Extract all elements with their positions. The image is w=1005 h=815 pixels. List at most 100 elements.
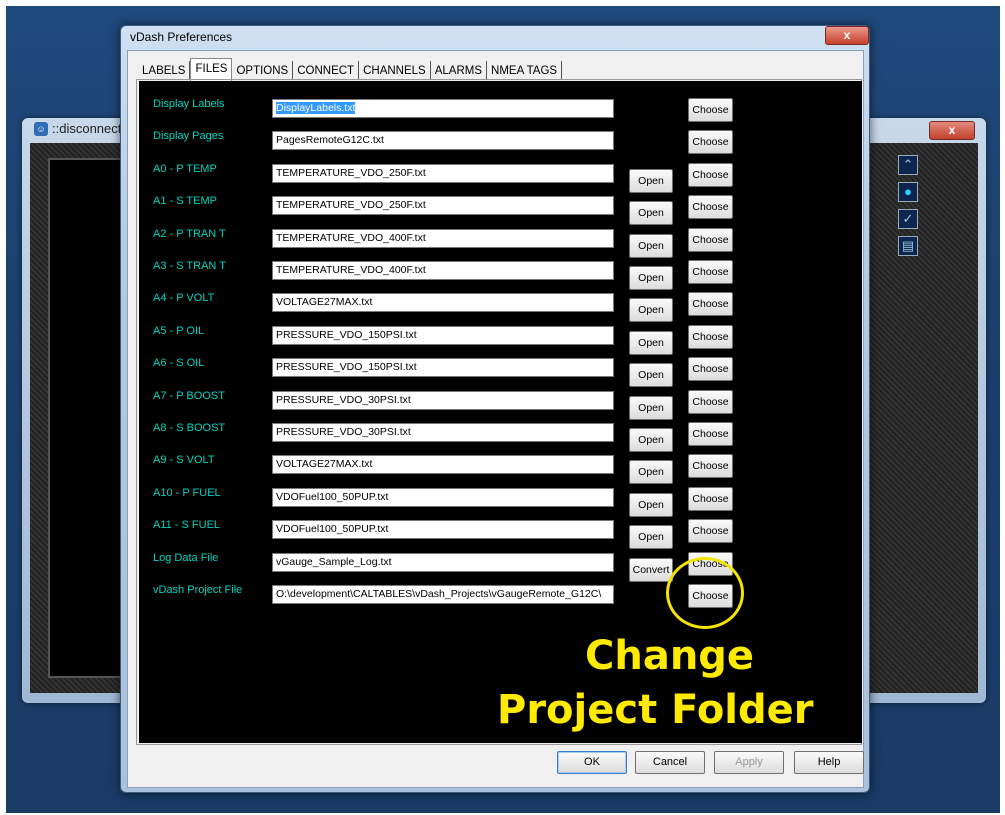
app-icon: ☺: [34, 121, 48, 136]
file-row-label: A11 - S FUEL: [153, 519, 221, 532]
highlight-circle: [666, 557, 744, 629]
choose-button[interactable]: Choose: [688, 357, 733, 382]
open-button[interactable]: Open: [629, 492, 673, 517]
apply-button[interactable]: Apply: [714, 751, 784, 774]
choose-button[interactable]: Choose: [688, 486, 733, 511]
file-row: A6 - S OIL PRESSURE_VDO_150PSI.txt Open Cho…: [139, 354, 862, 388]
choose-button[interactable]: Choose: [688, 227, 733, 252]
choose-button[interactable]: Choose: [688, 130, 733, 155]
open-button[interactable]: Open: [629, 330, 673, 355]
help-button[interactable]: Help: [794, 751, 864, 774]
ok-button[interactable]: OK: [557, 751, 627, 774]
file-path-field[interactable]: DisplayLabels.txt: [272, 99, 614, 118]
choose-button[interactable]: Choose: [688, 98, 733, 122]
file-row: A0 - P TEMP TEMPERATURE_VDO_250F.txt Open C…: [139, 160, 862, 193]
chart-icon[interactable]: ⌃: [898, 155, 918, 175]
file-row: A3 - S TRAN T TEMPERATURE_VDO_400F.txt Ope…: [139, 257, 862, 290]
file-row: A8 - S BOOST PRESSURE_VDO_30PSI.txt Open Ch…: [139, 419, 862, 452]
file-path-field[interactable]: VDOFuel100_50PUP.txt: [272, 520, 614, 540]
side-toolbar: ⌃ ● ✓ ▤: [898, 155, 918, 256]
background-close-button[interactable]: x: [929, 121, 975, 140]
choose-button[interactable]: Choose: [688, 292, 733, 317]
file-row-label: A7 - P BOOST: [153, 389, 225, 402]
file-row-label: A10 - P FUEL: [153, 486, 221, 499]
open-button[interactable]: Convert: [629, 557, 673, 582]
background-display-panel: [48, 158, 130, 678]
annotation-line-1: Change: [585, 633, 755, 679]
file-row-label: A5 - P OIL: [153, 324, 205, 337]
cancel-button[interactable]: Cancel: [635, 751, 705, 774]
choose-button[interactable]: Choose: [688, 195, 733, 220]
open-button[interactable]: Open: [629, 428, 673, 452]
file-row-label: A0 - P TEMP: [153, 162, 217, 175]
open-button[interactable]: Open: [629, 201, 673, 226]
file-path-field[interactable]: TEMPERATURE_VDO_400F.txt: [272, 261, 614, 280]
open-button[interactable]: Open: [629, 460, 673, 485]
open-button[interactable]: Open: [629, 233, 673, 258]
choose-button[interactable]: Choose: [688, 162, 733, 187]
file-row-label: A6 - S OIL: [153, 357, 205, 370]
choose-button[interactable]: Choose: [688, 454, 733, 479]
file-row-label: Log Data File: [153, 551, 219, 564]
file-row: Log Data File vGauge_Sample_Log.txt Conver…: [139, 549, 862, 582]
choose-button[interactable]: Choose: [688, 519, 733, 544]
file-row-label: A9 - S VOLT: [153, 454, 215, 467]
file-row: A9 - S VOLT VOLTAGE27MAX.txt Open Choose: [139, 451, 862, 485]
file-row: A5 - P OIL PRESSURE_VDO_150PSI.txt Open Cho…: [139, 322, 862, 355]
file-row: A10 - P FUEL VDOFuel100_50PUP.txt Open Choo…: [139, 484, 862, 517]
circle-icon[interactable]: ●: [898, 182, 918, 202]
file-path-field[interactable]: PagesRemoteG12C.txt: [272, 131, 614, 151]
file-row-label: A8 - S BOOST: [153, 422, 226, 434]
file-row: A11 - S FUEL VDOFuel100_50PUP.txt Open Choo…: [139, 516, 862, 550]
file-row-label: Display Labels: [153, 98, 225, 110]
tab-strip: LABELS FILES OPTIONS CONNECT CHANNELS AL…: [138, 58, 563, 82]
tab-connect[interactable]: CONNECT: [293, 61, 360, 80]
file-path-field[interactable]: TEMPERATURE_VDO_250F.txt: [272, 163, 614, 183]
file-path-field[interactable]: TEMPERATURE_VDO_250F.txt: [272, 196, 614, 216]
open-button[interactable]: Open: [629, 168, 673, 193]
file-path-field[interactable]: VDOFuel100_50PUP.txt: [272, 487, 614, 507]
file-path-field[interactable]: TEMPERATURE_VDO_400F.txt: [272, 228, 614, 248]
choose-button[interactable]: Choose: [688, 324, 733, 349]
file-row: Display Labels DisplayLabels.txt Choose: [139, 95, 862, 127]
file-row: A7 - P BOOST PRESSURE_VDO_30PSI.txt Open Ch…: [139, 387, 862, 420]
file-row: vDash Project File O:\development\CALTABL…: [139, 581, 862, 613]
file-row: A4 - P VOLT VOLTAGE27MAX.txt Open Choose: [139, 289, 862, 323]
document-icon[interactable]: ▤: [898, 236, 918, 256]
file-row-label: A4 - P VOLT: [153, 292, 215, 305]
choose-button[interactable]: Choose: [688, 260, 733, 284]
file-path-field[interactable]: vGauge_Sample_Log.txt: [272, 552, 614, 572]
choose-button[interactable]: Choose: [688, 422, 733, 446]
choose-button[interactable]: Choose: [688, 389, 733, 414]
file-path-field[interactable]: PRESSURE_VDO_150PSI.txt: [272, 325, 614, 345]
file-row: Display Pages PagesRemoteG12C.txt Choose: [139, 127, 862, 159]
file-path-field[interactable]: PRESSURE_VDO_150PSI.txt: [272, 358, 614, 378]
file-row-label: Display Pages: [153, 130, 224, 143]
file-path-field[interactable]: PRESSURE_VDO_30PSI.txt: [272, 390, 614, 410]
selected-text: DisplayLabels.txt: [276, 102, 356, 114]
file-path-field[interactable]: PRESSURE_VDO_30PSI.txt: [272, 423, 614, 442]
file-path-field[interactable]: VOLTAGE27MAX.txt: [272, 293, 614, 313]
dialog-title: vDash Preferences: [130, 30, 233, 44]
open-button[interactable]: Open: [629, 363, 673, 388]
file-row-label: A3 - S TRAN T: [153, 260, 226, 272]
tab-alarms[interactable]: ALARMS: [431, 61, 488, 80]
annotation-line-2: Project Folder: [497, 687, 814, 733]
file-row: A2 - P TRAN T TEMPERATURE_VDO_400F.txt Ope…: [139, 225, 862, 258]
dialog-close-button[interactable]: x: [825, 26, 869, 45]
file-row-label: A2 - P TRAN T: [153, 227, 226, 240]
file-row-label: A1 - S TEMP: [153, 195, 217, 208]
file-path-field[interactable]: O:\development\CALTABLES\vDash_Projects\…: [272, 585, 614, 604]
open-button[interactable]: Open: [629, 395, 673, 420]
tab-nmea-tags[interactable]: NMEA TAGS: [487, 61, 563, 80]
file-row-label: vDash Project File: [153, 584, 243, 596]
file-path-field[interactable]: VOLTAGE27MAX.txt: [272, 455, 614, 475]
tab-labels[interactable]: LABELS: [138, 61, 191, 80]
tab-options[interactable]: OPTIONS: [232, 61, 294, 80]
tab-channels[interactable]: CHANNELS: [359, 61, 431, 80]
check-icon[interactable]: ✓: [898, 209, 918, 229]
file-row: A1 - S TEMP TEMPERATURE_VDO_250F.txt Open C…: [139, 192, 862, 226]
open-button[interactable]: Open: [629, 266, 673, 290]
open-button[interactable]: Open: [629, 525, 673, 550]
open-button[interactable]: Open: [629, 298, 673, 323]
